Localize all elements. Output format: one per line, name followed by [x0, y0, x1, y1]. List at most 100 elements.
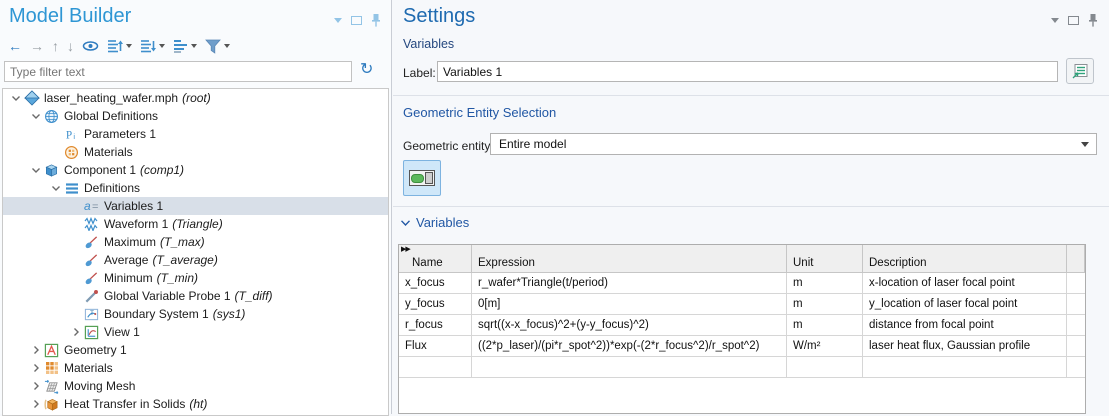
tree-item-label: Minimum	[104, 271, 153, 285]
materials-node-icon	[43, 361, 60, 375]
cell-unit: W/m²	[787, 336, 863, 356]
tree-item-boundary-system[interactable]: T Boundary System 1 (sys1)	[3, 305, 388, 323]
label-input[interactable]	[437, 61, 1058, 82]
tree-item-parameters[interactable]: Pi Parameters 1	[3, 125, 388, 143]
tree-item-label: laser_heating_wafer.mph	[44, 91, 178, 105]
cell-name[interactable]: r_focus	[399, 315, 472, 335]
tree-item-variables[interactable]: a= Variables 1	[3, 197, 388, 215]
chevron-down-icon[interactable]	[224, 44, 230, 48]
tree-item-tag: (root)	[182, 91, 211, 105]
back-icon[interactable]: ←	[8, 37, 22, 55]
tree-item-global-definitions[interactable]: Global Definitions	[3, 107, 388, 125]
model-builder-panel: Model Builder ← → ↑ ↓	[0, 0, 392, 414]
move-up-icon[interactable]: ↑	[52, 37, 59, 55]
section-divider	[393, 95, 1109, 96]
float-panel-icon[interactable]	[351, 16, 362, 25]
tree-item-waveform[interactable]: Waveform 1 (Triangle)	[3, 215, 388, 233]
pin-icon[interactable]	[1088, 13, 1098, 27]
section-divider	[393, 206, 1109, 207]
chevron-down-icon[interactable]	[29, 168, 43, 173]
active-toggle-button[interactable]	[403, 160, 441, 196]
tree-item-label: Moving Mesh	[64, 379, 135, 393]
refresh-icon[interactable]: ↻	[360, 59, 373, 79]
tree-item-average[interactable]: Average (T_average)	[3, 251, 388, 269]
pin-icon[interactable]	[371, 13, 381, 27]
row-marker-icon: ▶▶	[401, 245, 410, 253]
tree-item-label: Global Definitions	[64, 109, 158, 123]
tree-item-view[interactable]: View 1	[3, 323, 388, 341]
tree-item-maximum[interactable]: Maximum (T_max)	[3, 233, 388, 251]
tree-item-label: Global Variable Probe 1	[104, 289, 231, 303]
tree-item-global-variable-probe[interactable]: Global Variable Probe 1 (T_diff)	[3, 287, 388, 305]
cell-expression[interactable]: sqrt((x-x_focus)^2+(y-y_focus)^2)	[472, 315, 787, 335]
cell-description[interactable]: laser heat flux, Gaussian profile	[863, 336, 1067, 356]
chevron-right-icon[interactable]	[29, 400, 43, 408]
node-text-icon[interactable]	[173, 39, 188, 53]
chevron-down-icon[interactable]	[126, 44, 132, 48]
chevron-down-icon[interactable]	[9, 96, 23, 101]
forward-icon[interactable]: →	[30, 37, 44, 55]
model-builder-toolbar: ← → ↑ ↓	[8, 36, 230, 56]
tree-item-materials-global[interactable]: Materials	[3, 143, 388, 161]
rename-button[interactable]	[1066, 58, 1094, 84]
tree-item-tag: (sys1)	[213, 307, 246, 321]
chevron-down-icon[interactable]	[191, 44, 197, 48]
tree-item-root[interactable]: laser_heating_wafer.mph (root)	[3, 89, 388, 107]
panel-menu-icon[interactable]	[334, 18, 342, 23]
table-row[interactable]: Flux ((2*p_laser)/(pi*r_spot^2))*exp(-(2…	[399, 336, 1085, 357]
show-icon[interactable]	[82, 39, 99, 53]
tree-item-definitions[interactable]: Definitions	[3, 179, 388, 197]
moving-mesh-icon	[43, 379, 60, 394]
cell-expression[interactable]: 0[m]	[472, 294, 787, 314]
panel-menu-icon[interactable]	[1051, 18, 1059, 23]
geometric-entity-level-select[interactable]: Entire model	[490, 133, 1097, 155]
collapse-tree-icon[interactable]	[140, 39, 156, 53]
tree-item-label: Heat Transfer in Solids	[64, 397, 185, 411]
table-row-empty[interactable]	[399, 357, 1085, 378]
geometric-entity-section-title: Geometric Entity Selection	[403, 105, 556, 120]
cell-name[interactable]: y_focus	[399, 294, 472, 314]
cell-unit: m	[787, 273, 863, 293]
table-row[interactable]: y_focus 0[m] m y_location of laser focal…	[399, 294, 1085, 315]
column-header-unit: Unit	[787, 245, 863, 272]
tree-item-component[interactable]: Component 1 (comp1)	[3, 161, 388, 179]
cell-description[interactable]: distance from focal point	[863, 315, 1067, 335]
table-row[interactable]: x_focus r_wafer*Triangle(t/period) m x-l…	[399, 273, 1085, 294]
probe-icon	[83, 235, 100, 250]
filter-icon[interactable]	[205, 39, 221, 54]
column-header-filler	[1067, 245, 1085, 272]
tree-item-label: View 1	[104, 325, 140, 339]
boundary-system-icon: T	[83, 307, 100, 322]
chevron-down-icon	[1081, 142, 1089, 147]
tree-item-materials-component[interactable]: Materials	[3, 359, 388, 377]
rename-icon	[1072, 63, 1089, 79]
table-row[interactable]: r_focus sqrt((x-x_focus)^2+(y-y_focus)^2…	[399, 315, 1085, 336]
chevron-right-icon[interactable]	[29, 382, 43, 390]
chevron-right-icon[interactable]	[29, 346, 43, 354]
tree-item-minimum[interactable]: Minimum (T_min)	[3, 269, 388, 287]
chevron-right-icon[interactable]	[69, 328, 83, 336]
chevron-down-icon[interactable]	[29, 114, 43, 119]
tree-item-moving-mesh[interactable]: Moving Mesh	[3, 377, 388, 395]
cell-expression[interactable]: r_wafer*Triangle(t/period)	[472, 273, 787, 293]
tree-item-label: Geometry 1	[64, 343, 127, 357]
variables-section-header[interactable]: Variables	[401, 215, 469, 230]
chevron-down-icon[interactable]	[49, 186, 63, 191]
float-panel-icon[interactable]	[1068, 16, 1079, 25]
tree-filter-input[interactable]	[4, 61, 352, 82]
cell-name[interactable]: Flux	[399, 336, 472, 356]
chevron-down-icon[interactable]	[159, 44, 165, 48]
settings-panel: Settings Variables Label: Geometric Enti…	[393, 0, 1109, 414]
tree-item-heat-transfer[interactable]: Heat Transfer in Solids (ht)	[3, 395, 388, 413]
move-down-icon[interactable]: ↓	[67, 37, 74, 55]
cell-description[interactable]: x-location of laser focal point	[863, 273, 1067, 293]
chevron-right-icon[interactable]	[29, 364, 43, 372]
tree-item-label: Maximum	[104, 235, 156, 249]
cell-description[interactable]: y_location of laser focal point	[863, 294, 1067, 314]
parameters-icon: Pi	[63, 127, 80, 142]
expand-tree-icon[interactable]	[107, 39, 123, 53]
tree-item-geometry[interactable]: Geometry 1	[3, 341, 388, 359]
cell-expression[interactable]: ((2*p_laser)/(pi*r_spot^2))*exp(-(2*r_fo…	[472, 336, 787, 356]
svg-text:i: i	[73, 132, 75, 141]
cell-name[interactable]: x_focus	[399, 273, 472, 293]
